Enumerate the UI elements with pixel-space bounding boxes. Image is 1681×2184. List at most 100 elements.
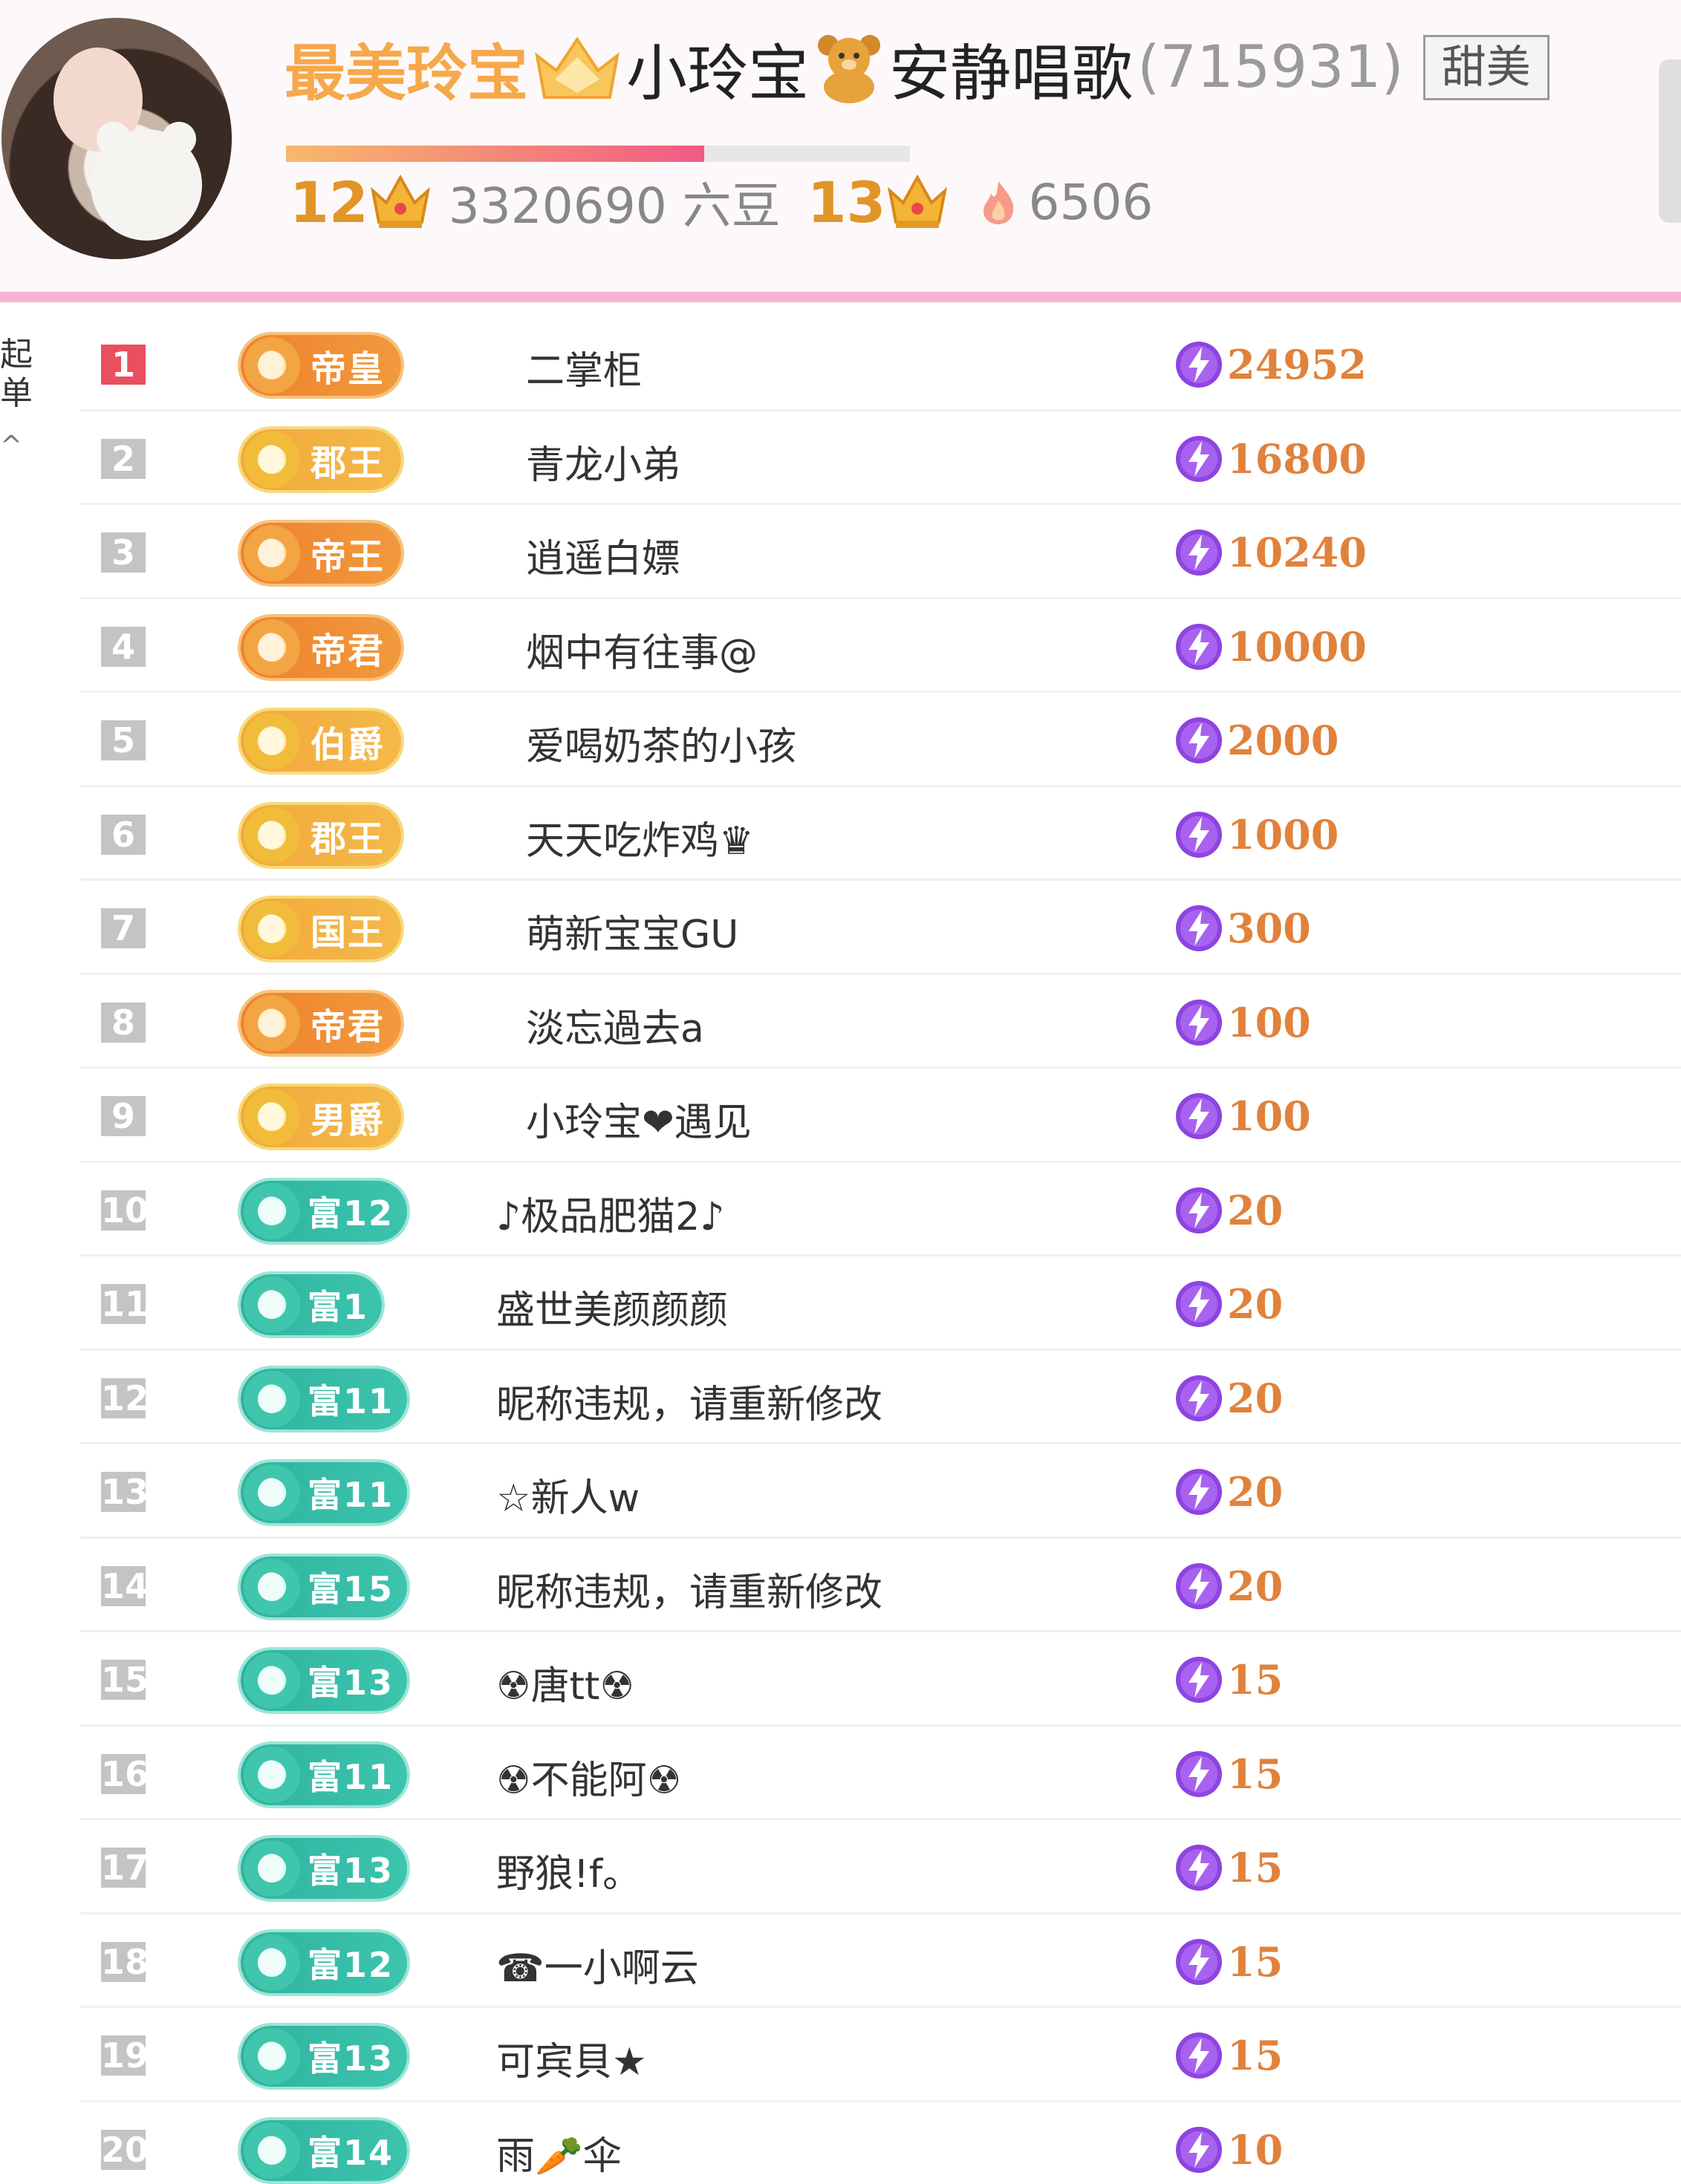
user-nickname[interactable]: 可宾貝★: [496, 2030, 647, 2086]
user-nickname[interactable]: 天天吃炸鸡♛: [526, 809, 754, 865]
crown-icon: [535, 36, 620, 99]
user-nickname[interactable]: 逍遥白嫖: [526, 527, 680, 583]
badge-coin-icon: [244, 1934, 300, 1991]
rank-row[interactable]: 18 富12 ☎一小啊云 15: [80, 1914, 1681, 2008]
side-pull-tab[interactable]: [1659, 59, 1681, 223]
rank-row[interactable]: 3 帝王 逍遥白嫖 10240: [80, 505, 1681, 599]
user-level-badge: 富11: [241, 1744, 408, 1805]
rank-row[interactable]: 2 郡王 青龙小弟 16800: [80, 411, 1681, 505]
rank-row[interactable]: 13 富11 ☆新人w 20: [80, 1444, 1681, 1539]
user-nickname[interactable]: 昵称违规，请重新修改: [496, 1561, 882, 1617]
user-level-badge: 伯爵: [241, 711, 402, 772]
rank-row[interactable]: 14 富15 昵称违规，请重新修改 20: [80, 1539, 1681, 1632]
rank-row[interactable]: 20 富14 雨🥕伞 10: [80, 2102, 1681, 2184]
contribution-score: 20: [1174, 1467, 1283, 1517]
badge-coin-icon: [244, 1277, 300, 1333]
score-value: 24952: [1227, 341, 1367, 388]
user-level-badge: 富12: [241, 1180, 408, 1242]
contribution-score: 20: [1174, 1561, 1283, 1611]
rank-row[interactable]: 5 伯爵 爱喝奶茶的小孩 2000: [80, 693, 1681, 787]
user-level-badge: 富15: [241, 1556, 408, 1617]
lightning-icon: [1176, 2126, 1222, 2173]
streamer-avatar[interactable]: [1, 18, 232, 259]
rank-row[interactable]: 12 富11 昵称违规，请重新修改 20: [80, 1351, 1681, 1444]
user-nickname[interactable]: 爱喝奶茶的小孩: [526, 715, 796, 771]
score-value: 16800: [1227, 434, 1367, 483]
badge-label: 富11: [308, 1756, 394, 1797]
rank-row[interactable]: 6 郡王 天天吃炸鸡♛ 1000: [80, 787, 1681, 881]
rank-row[interactable]: 17 富13 野狼!f。 15: [80, 1820, 1681, 1914]
user-level-badge: 富13: [241, 1838, 408, 1899]
user-nickname[interactable]: 小玲宝❤遇见: [526, 1091, 752, 1147]
contribution-score: 20: [1174, 1373, 1283, 1424]
badge-coin-icon: [244, 1840, 300, 1897]
level-progress-fill: [286, 146, 704, 162]
rank-row[interactable]: 7 国王 萌新宝宝GU 300: [80, 881, 1681, 975]
user-nickname[interactable]: 萌新宝宝GU: [526, 903, 738, 959]
lightning-icon: [1176, 1281, 1222, 1327]
lightning-icon: [1176, 529, 1222, 576]
rank-row[interactable]: 16 富11 ☢不能阿☢ 15: [80, 1727, 1681, 1820]
room-tag[interactable]: 甜美: [1422, 35, 1550, 100]
badge-coin-icon: [244, 806, 300, 864]
badge-coin-icon: [244, 1089, 300, 1145]
score-value: 2000: [1227, 717, 1339, 764]
user-nickname[interactable]: ☆新人w: [496, 1467, 640, 1522]
lightning-icon: [1176, 1375, 1222, 1421]
badge-label: 男爵: [310, 1100, 386, 1141]
contribution-score: 10240: [1174, 527, 1367, 578]
badge-label: 富14: [308, 2132, 394, 2173]
room-header: 最美玲宝 小玲宝 安静唱歌 (715931) 甜美 12 3320690 六豆 …: [0, 0, 1681, 292]
user-nickname[interactable]: 淡忘過去a: [526, 997, 704, 1053]
user-nickname[interactable]: ♪极品肥猫2♪: [496, 1185, 724, 1241]
rank-row[interactable]: 4 帝君 烟中有往事@ 10000: [80, 599, 1681, 693]
score-value: 100: [1227, 998, 1311, 1046]
user-level-badge: 帝君: [241, 992, 402, 1054]
lightning-icon: [1176, 1093, 1222, 1139]
contribution-score: 20: [1174, 1279, 1283, 1329]
badge-coin-icon: [244, 2028, 300, 2084]
user-nickname[interactable]: 野狼!f。: [496, 1842, 641, 1898]
contribution-score: 16800: [1174, 434, 1367, 484]
lightning-icon: [1176, 1469, 1222, 1515]
rank-number: 14: [101, 1565, 149, 1606]
rank-number: 17: [101, 1848, 149, 1888]
rank-row[interactable]: 11 富1 盛世美颜颜颜 20: [80, 1256, 1681, 1351]
rank-row[interactable]: 19 富13 可宾貝★ 15: [80, 2008, 1681, 2102]
rank-number: 1: [101, 345, 146, 385]
badge-coin-icon: [244, 619, 300, 676]
fire-count: 6506: [1028, 173, 1154, 231]
rank-row[interactable]: 9 男爵 小玲宝❤遇见 100: [80, 1069, 1681, 1163]
badge-label: 富13: [308, 1663, 394, 1703]
side-label[interactable]: 起单: [0, 336, 34, 413]
user-level-badge: 富13: [241, 1650, 408, 1711]
user-level-badge: 国王: [241, 899, 402, 959]
user-nickname[interactable]: ☢唐tt☢: [496, 1655, 634, 1710]
badge-label: 帝皇: [310, 348, 386, 390]
user-nickname[interactable]: 青龙小弟: [526, 434, 680, 489]
score-value: 20: [1227, 1280, 1284, 1328]
user-nickname[interactable]: 昵称违规，请重新修改: [496, 1373, 882, 1429]
rank-number: 6: [101, 814, 146, 855]
rank-row[interactable]: 10 富12 ♪极品肥猫2♪ 20: [80, 1163, 1681, 1256]
user-nickname[interactable]: ☎一小啊云: [496, 1937, 699, 1992]
user-nickname[interactable]: 雨🥕伞: [496, 2125, 622, 2180]
contribution-score: 15: [1174, 1842, 1283, 1893]
user-level-badge: 富11: [241, 1462, 408, 1523]
user-level-badge: 富12: [241, 1932, 408, 1993]
badge-label: 郡王: [310, 818, 386, 860]
badge-coin-icon: [244, 1464, 300, 1521]
user-nickname[interactable]: 二掌柜: [526, 339, 642, 395]
user-nickname[interactable]: ☢不能阿☢: [496, 1749, 681, 1805]
user-level-badge: 富14: [241, 2119, 408, 2181]
rank-number: 10: [101, 1190, 149, 1230]
user-nickname[interactable]: 烟中有往事@: [526, 622, 758, 677]
rank-row[interactable]: 8 帝君 淡忘過去a 100: [80, 975, 1681, 1069]
lightning-icon: [1176, 1562, 1222, 1609]
user-nickname[interactable]: 盛世美颜颜颜: [496, 1279, 728, 1334]
rank-row[interactable]: 15 富13 ☢唐tt☢ 15: [80, 1632, 1681, 1727]
badge-label: 帝君: [310, 1005, 386, 1048]
rank-row[interactable]: 1 帝皇 二掌柜 24952: [80, 317, 1681, 411]
lightning-icon: [1176, 435, 1222, 482]
badge-label: 富13: [308, 1851, 394, 1891]
